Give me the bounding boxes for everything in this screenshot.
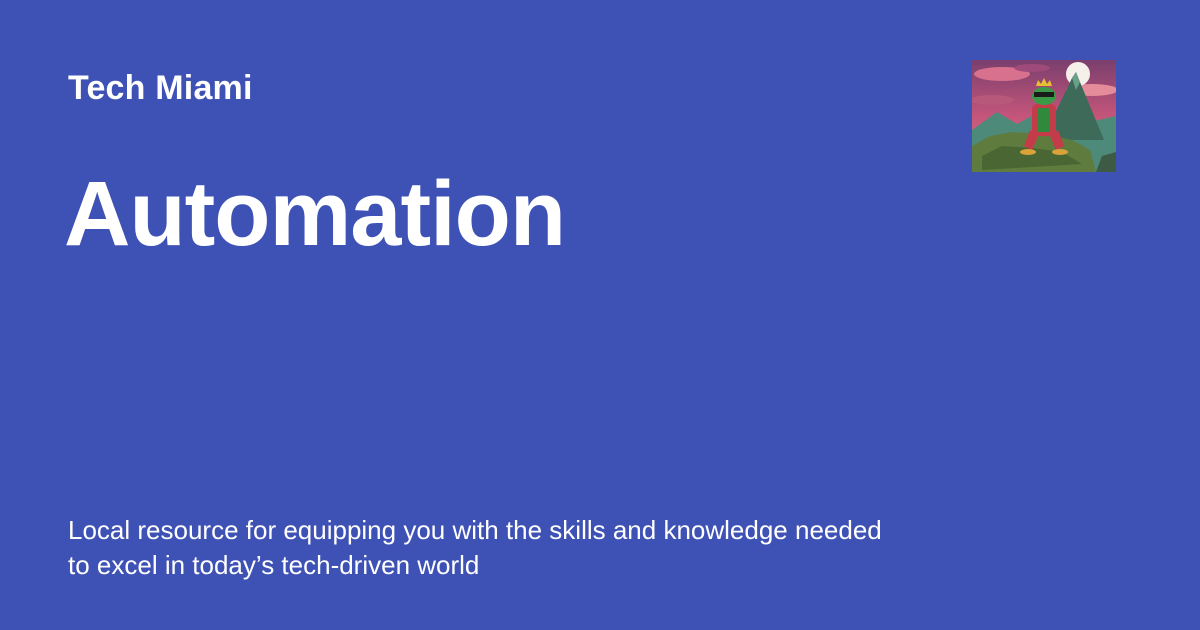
site-name: Tech Miami	[68, 69, 253, 107]
page-title: Automation	[64, 163, 566, 265]
page-description: Local resource for equipping you with th…	[68, 515, 882, 580]
thumbnail-image	[972, 60, 1116, 172]
frog-on-mountain-illustration	[972, 60, 1116, 172]
social-card: Tech Miami Automation Local resource for…	[0, 0, 1200, 630]
